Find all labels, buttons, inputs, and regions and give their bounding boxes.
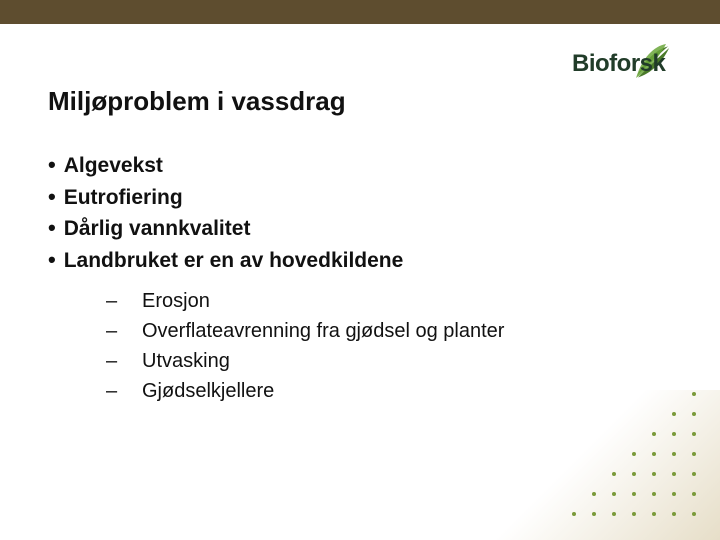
bullet-text: Eutrofiering [64, 182, 183, 214]
list-item: • Algevekst [48, 150, 648, 182]
dash-icon: – [106, 286, 142, 316]
bullet-icon: • [48, 150, 56, 181]
dash-icon: – [106, 376, 142, 406]
list-item: – Utvasking [106, 346, 648, 376]
bullet-text: Dårlig vannkvalitet [64, 213, 251, 245]
sub-bullet-text: Gjødselkjellere [142, 376, 274, 406]
sub-bullet-text: Overflateavrenning fra gjødsel og plante… [142, 316, 504, 346]
list-item: • Landbruket er en av hovedkildene [48, 245, 648, 277]
bullet-icon: • [48, 245, 56, 276]
dash-icon: – [106, 346, 142, 376]
brand-name: Bioforsk [572, 50, 665, 78]
dot-grid-decoration [564, 384, 704, 524]
bullet-text: Algevekst [64, 150, 163, 182]
bullet-text: Landbruket er en av hovedkildene [64, 245, 404, 277]
list-item: – Erosjon [106, 286, 648, 316]
slide-title: Miljøproblem i vassdrag [48, 86, 346, 117]
dash-icon: – [106, 316, 142, 346]
sub-bullet-text: Erosjon [142, 286, 210, 316]
bullet-icon: • [48, 182, 56, 213]
list-item: • Eutrofiering [48, 182, 648, 214]
list-item: • Dårlig vannkvalitet [48, 213, 648, 245]
bullet-icon: • [48, 213, 56, 244]
top-bar [0, 0, 720, 24]
brand-logo: Bioforsk [572, 44, 702, 84]
list-item: – Overflateavrenning fra gjødsel og plan… [106, 316, 648, 346]
sub-bullet-text: Utvasking [142, 346, 230, 376]
bullet-list: • Algevekst • Eutrofiering • Dårlig vann… [48, 150, 648, 406]
